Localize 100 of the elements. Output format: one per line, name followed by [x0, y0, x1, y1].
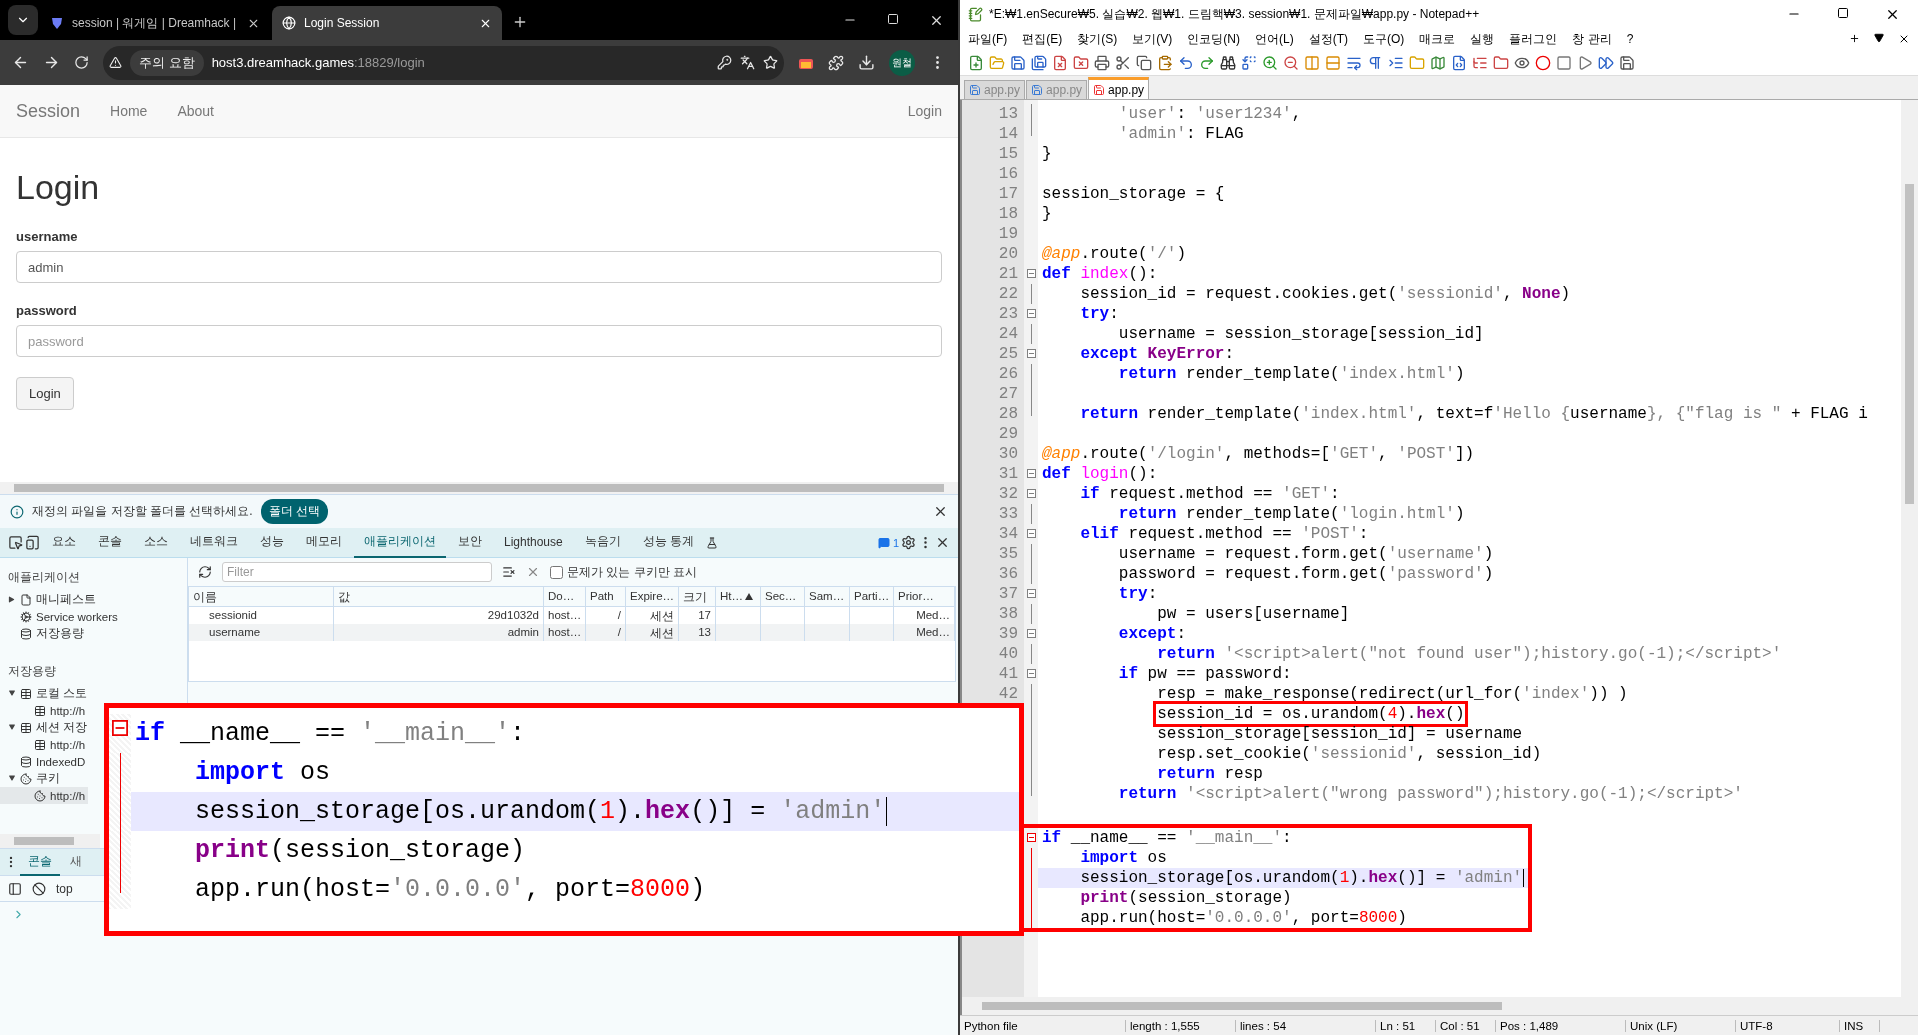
translate-icon[interactable]: [740, 55, 755, 70]
drawer-tab[interactable]: 콘솔: [20, 848, 60, 876]
tree-item[interactable]: Service workers: [0, 608, 121, 625]
column-header[interactable]: 크기: [679, 587, 716, 607]
devtools-tab[interactable]: 메모리: [296, 527, 352, 558]
caret-icon[interactable]: [1874, 33, 1884, 45]
back-icon[interactable]: [12, 54, 29, 71]
fold-marker-icon[interactable]: [1026, 309, 1036, 318]
devtools-tab[interactable]: 콘솔: [88, 527, 132, 558]
reload-icon[interactable]: [74, 55, 89, 70]
undo-icon[interactable]: [1178, 54, 1194, 71]
browser-tab[interactable]: Login Session: [272, 6, 502, 40]
tab-search-button[interactable]: [8, 5, 38, 35]
close-folder-icon[interactable]: [1073, 54, 1089, 71]
redo-icon[interactable]: [1199, 54, 1215, 71]
zoom-out-icon[interactable]: [1283, 54, 1299, 71]
fold-marker-icon[interactable]: [112, 720, 128, 736]
copy-icon[interactable]: [1136, 54, 1152, 71]
paste-icon[interactable]: [1157, 54, 1173, 71]
tree-item[interactable]: IndexedD: [0, 753, 89, 770]
close-icon[interactable]: [933, 504, 948, 519]
column-header[interactable]: 값: [334, 587, 544, 607]
tree-item[interactable]: 세션 저장: [0, 719, 91, 736]
column-header[interactable]: Prior…: [894, 587, 955, 607]
stop-icon[interactable]: [1556, 54, 1572, 71]
column-header[interactable]: Do…: [544, 587, 586, 607]
clear-list-icon[interactable]: [502, 565, 516, 579]
close-file-icon[interactable]: [1052, 54, 1068, 71]
choose-folder-button[interactable]: 폴더 선택: [260, 499, 328, 524]
column-header[interactable]: Sec…: [761, 587, 805, 607]
record-icon[interactable]: [1535, 54, 1551, 71]
column-header[interactable]: Parti…: [850, 587, 894, 607]
scrollbar[interactable]: [962, 997, 1901, 1015]
profile-avatar[interactable]: 원철: [889, 49, 915, 76]
save-all-icon[interactable]: [1031, 54, 1047, 71]
forward-icon[interactable]: [43, 54, 60, 71]
folder-icon[interactable]: [1493, 54, 1509, 71]
column-header[interactable]: Expire…: [626, 587, 679, 607]
settings-icon[interactable]: [901, 535, 916, 550]
column-header[interactable]: Sam…: [805, 587, 850, 607]
device-icon[interactable]: [25, 535, 40, 550]
new-file-icon[interactable]: [968, 54, 984, 71]
fold-marker-icon[interactable]: [1026, 589, 1036, 598]
devtools-tab[interactable]: 보안: [448, 527, 492, 558]
menu-item[interactable]: 인코딩(N): [1187, 30, 1240, 48]
site-brand[interactable]: Session: [16, 100, 81, 122]
menu-item[interactable]: 실행: [1470, 30, 1495, 48]
menu-item[interactable]: 플러그인: [1509, 30, 1558, 48]
scrollbar[interactable]: [0, 834, 100, 848]
binoculars-icon[interactable]: [1220, 54, 1236, 71]
devtools-tab[interactable]: 네트워크: [180, 527, 248, 558]
menu-item[interactable]: 설정(T): [1308, 30, 1348, 48]
input-field[interactable]: admin: [16, 251, 942, 283]
security-chip[interactable]: 주의 요함: [130, 49, 204, 76]
map-icon[interactable]: [1430, 54, 1446, 71]
menu-item[interactable]: 매크로: [1419, 30, 1456, 48]
play-icon[interactable]: [1577, 54, 1593, 71]
nav-link[interactable]: About: [177, 103, 214, 119]
pilcrow-icon[interactable]: [1367, 54, 1383, 71]
menu-item[interactable]: 보기(V): [1132, 30, 1173, 48]
file-code-icon[interactable]: [1451, 54, 1467, 71]
fast-forward-icon[interactable]: [1598, 54, 1614, 71]
drawer-tab[interactable]: 새: [62, 848, 90, 876]
scissors-icon[interactable]: [1115, 54, 1131, 71]
menu-item[interactable]: 찾기(S): [1077, 30, 1118, 48]
tree-item[interactable]: http://h: [0, 787, 89, 804]
fold-marker-icon[interactable]: [1026, 269, 1036, 278]
menu-item[interactable]: 창 관리: [1572, 30, 1612, 48]
devtools-tab[interactable]: 성능: [250, 527, 294, 558]
clear-icon[interactable]: [32, 881, 46, 896]
menu-item[interactable]: ?: [1626, 32, 1634, 46]
address-bar[interactable]: 주의 요함 host3.dreamhack.games:18829/login: [103, 45, 784, 80]
print-icon[interactable]: [1094, 54, 1110, 71]
plus-icon[interactable]: [1849, 33, 1860, 45]
scrollbar[interactable]: [1901, 100, 1918, 1015]
nav-link[interactable]: Home: [110, 103, 148, 119]
tree-item[interactable]: 저장용량: [0, 625, 87, 642]
context-selector[interactable]: top: [56, 881, 73, 896]
tree-item[interactable]: http://h: [0, 702, 89, 719]
key-icon[interactable]: [717, 55, 732, 70]
fold-marker-icon[interactable]: [1026, 833, 1036, 842]
fold-marker-icon[interactable]: [1026, 489, 1036, 498]
checkbox[interactable]: [550, 565, 563, 579]
save-icon[interactable]: [1619, 54, 1635, 71]
zoom-in-icon[interactable]: [1262, 54, 1278, 71]
devtools-tab[interactable]: 요소: [42, 527, 86, 558]
devtools-tab[interactable]: 녹음기: [574, 527, 631, 558]
issues-count[interactable]: 1: [892, 536, 899, 549]
save-icon[interactable]: [1010, 54, 1026, 71]
tree-item[interactable]: http://h: [0, 736, 89, 753]
menu-item[interactable]: 도구(O): [1363, 30, 1405, 48]
star-icon[interactable]: [763, 55, 778, 70]
filter-field[interactable]: Filter: [222, 562, 492, 582]
refresh-icon[interactable]: [198, 565, 212, 579]
devtools-tab[interactable]: 소스: [134, 527, 178, 558]
menu-item[interactable]: 언어(L): [1255, 30, 1294, 48]
inspect-icon[interactable]: [8, 535, 23, 550]
login-button[interactable]: Login: [16, 377, 74, 410]
replace-icon[interactable]: [1241, 54, 1257, 71]
devtools-tab[interactable]: Lighthouse: [494, 527, 573, 558]
